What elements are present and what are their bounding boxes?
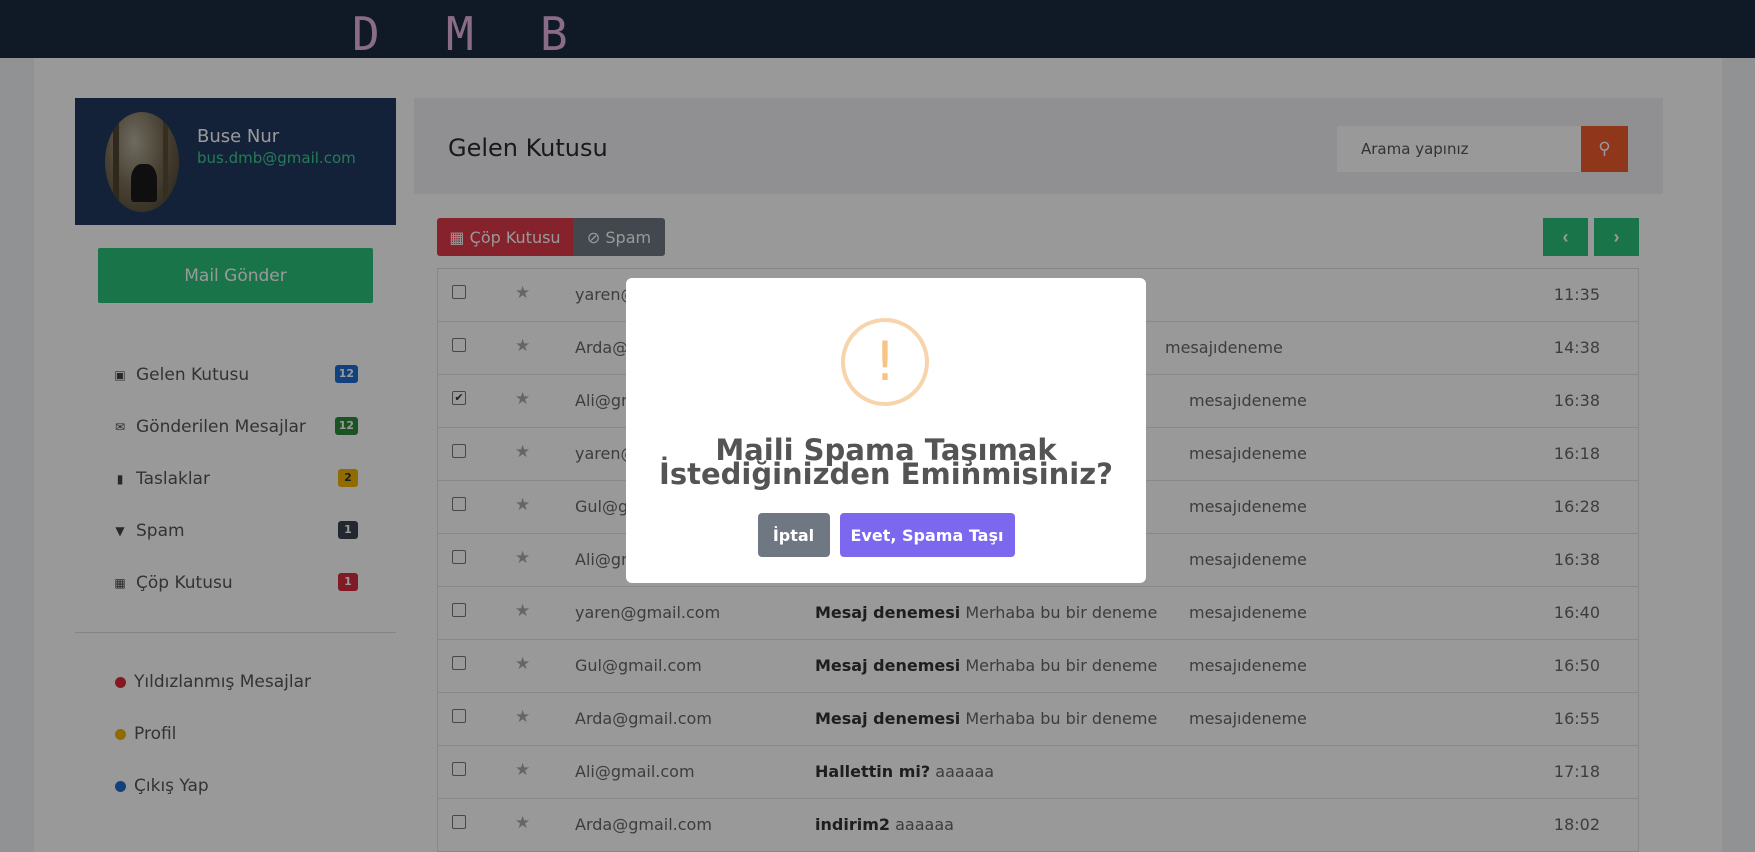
cancel-button[interactable]: İptal bbox=[757, 513, 830, 557]
warning-icon: ! bbox=[841, 318, 929, 406]
dialog-actions: İptal Evet, Spama Taşı bbox=[626, 513, 1146, 557]
confirm-dialog: ! Maili Spama Taşımak İstediğinizden Emi… bbox=[626, 278, 1146, 583]
confirm-spam-button[interactable]: Evet, Spama Taşı bbox=[839, 513, 1015, 557]
dialog-title: Maili Spama Taşımak İstediğinizden Eminm… bbox=[659, 433, 1113, 491]
